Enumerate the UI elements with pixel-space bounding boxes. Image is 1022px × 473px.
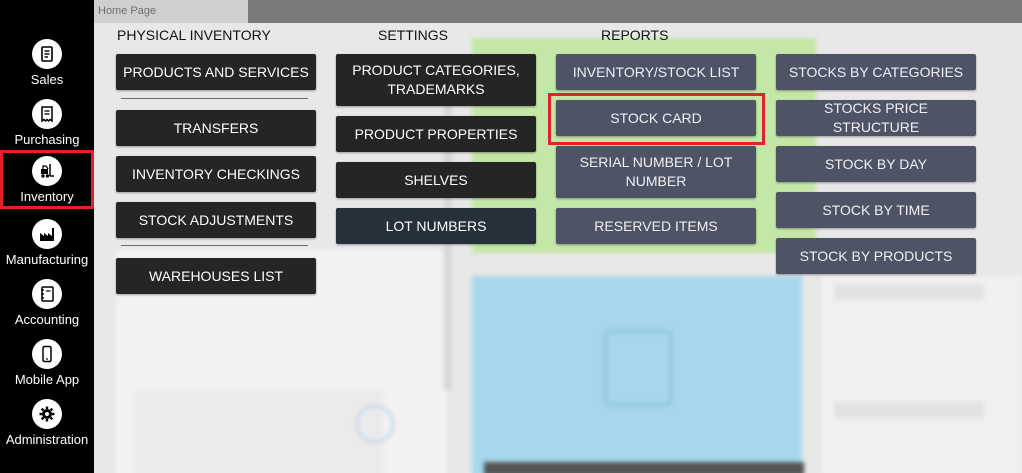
transfers-button[interactable]: TRANSFERS [116, 110, 316, 146]
nav-item-inventory[interactable]: Inventory [0, 150, 94, 209]
nav-label-inventory: Inventory [20, 189, 74, 204]
home-page-tab-label: Home Page [98, 5, 157, 17]
nav-item-manufacturing[interactable]: Manufacturing [0, 213, 94, 273]
stock-by-day-button[interactable]: STOCK BY DAY [776, 146, 976, 182]
stocks-by-categories-button[interactable]: STOCKS BY CATEGORIES [776, 54, 976, 90]
lot-numbers-button[interactable]: LOT NUMBERS [336, 208, 536, 244]
receipt-icon [32, 99, 62, 129]
stock-by-time-button[interactable]: STOCK BY TIME [776, 192, 976, 228]
menu-divider [121, 245, 308, 246]
reserved-items-button[interactable]: RESERVED ITEMS [556, 208, 756, 244]
ledger-icon [32, 279, 62, 309]
bg-right-panel [822, 276, 1022, 473]
document-icon [32, 39, 62, 69]
nav-label-sales: Sales [30, 72, 64, 87]
shelves-button[interactable]: SHELVES [336, 162, 536, 198]
stock-adjustments-button[interactable]: STOCK ADJUSTMENTS [116, 202, 316, 238]
stock-card-button[interactable]: STOCK CARD [556, 100, 756, 136]
nav-item-mobile-app[interactable]: Mobile App [0, 333, 94, 393]
stocks-price-structure-button[interactable]: STOCKS PRICE STRUCTURE [776, 100, 976, 136]
bg-gift-shape [604, 330, 672, 406]
nav-label-administration: Administration [5, 432, 89, 447]
nav-item-sales[interactable]: Sales [0, 33, 94, 93]
nav-label-mobile-app: Mobile App [14, 372, 80, 387]
home-page-tab[interactable]: Home Page [94, 0, 248, 23]
nav-label-purchasing: Purchasing [14, 132, 80, 147]
nav-item-accounting[interactable]: Accounting [0, 273, 94, 333]
factory-icon [32, 219, 62, 249]
nav-label-manufacturing: Manufacturing [5, 252, 89, 267]
product-properties-button[interactable]: PRODUCT PROPERTIES [336, 116, 536, 152]
bg-circle [356, 405, 394, 443]
bg-panel-left-card [134, 390, 384, 473]
warehouses-list-button[interactable]: WAREHOUSES LIST [116, 258, 316, 294]
bg-right-field-1 [834, 284, 984, 300]
bg-right-field-2 [834, 402, 984, 418]
inventory-checkings-button[interactable]: INVENTORY CHECKINGS [116, 156, 316, 192]
stock-by-products-button[interactable]: STOCK BY PRODUCTS [776, 238, 976, 274]
smartphone-icon [32, 339, 62, 369]
product-categories-trademarks-button[interactable]: PRODUCT CATEGORIES, TRADEMARKS [336, 54, 536, 106]
bg-dark-bar [484, 462, 804, 473]
left-navigation: Sales Purchasing Inventory Manufacturing… [0, 0, 94, 473]
serial-number-lot-number-button[interactable]: SERIAL NUMBER / LOT NUMBER [556, 146, 756, 198]
physical-inventory-title: PHYSICAL INVENTORY [117, 27, 271, 43]
inventory-stock-list-button[interactable]: INVENTORY/STOCK LIST [556, 54, 756, 90]
nav-item-administration[interactable]: Administration [0, 393, 94, 453]
forklift-icon [32, 156, 62, 186]
title-bar-strip [248, 0, 1022, 23]
settings-title: SETTINGS [378, 27, 449, 43]
nav-item-purchasing[interactable]: Purchasing [0, 93, 94, 153]
products-and-services-button[interactable]: PRODUCTS AND SERVICES [116, 54, 316, 90]
gear-icon [32, 399, 62, 429]
menu-divider [121, 98, 308, 99]
reports-title: REPORTS [601, 27, 669, 43]
nav-label-accounting: Accounting [14, 312, 80, 327]
